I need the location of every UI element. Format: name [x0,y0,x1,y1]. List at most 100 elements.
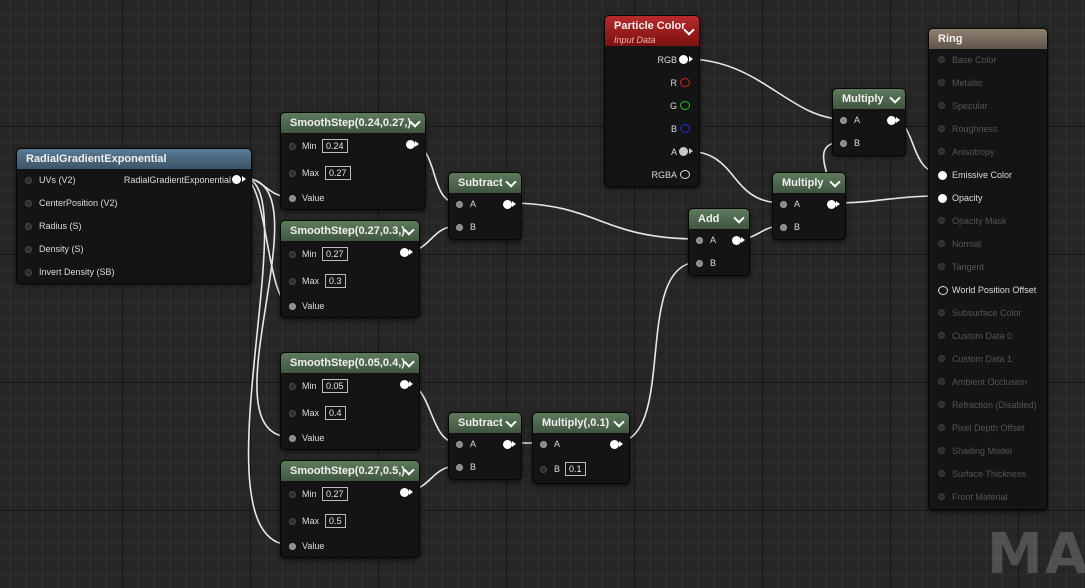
output-pin[interactable] [827,200,836,209]
material-input-pin[interactable] [938,447,945,454]
max-value-field[interactable]: 0.5 [325,514,346,528]
material-input-pin[interactable] [938,240,945,247]
input-pin[interactable] [25,269,32,276]
material-input-pin[interactable] [938,401,945,408]
a-pin[interactable] [696,237,703,244]
max-value-field[interactable]: 0.3 [325,274,346,288]
output-pin[interactable] [400,248,409,257]
particle-color-node[interactable]: Particle Color Input Data RGB R G B A RG… [604,15,700,187]
material-input-pin[interactable] [938,79,945,86]
a-pin[interactable] [840,117,847,124]
output-arrow-icon [512,441,516,447]
rgba-output-pin[interactable] [680,170,690,179]
material-input-pin[interactable] [938,217,945,224]
material-input-pin[interactable] [938,355,945,362]
b-pin[interactable] [456,224,463,231]
b-output-pin[interactable] [680,124,690,133]
g-output-pin[interactable] [680,101,690,110]
material-input-pin[interactable] [938,102,945,109]
subtract-node-2[interactable]: Subtract A B [448,412,522,480]
material-input-label: Shading Model [952,446,1013,456]
max-pin[interactable] [289,518,296,525]
b-label: B [470,462,477,472]
material-result-node[interactable]: Ring Base Color Metallic Specular Roughness… [928,28,1048,510]
value-pin[interactable] [289,303,296,310]
smoothstep-node-2[interactable]: SmoothStep(0.27,0.3,) Min 0.27 Max 0.3 V… [280,220,420,318]
smoothstep-node-4[interactable]: SmoothStep(0.27,0.5,) Min 0.27 Max 0.5 V… [280,460,420,558]
output-pin[interactable] [232,175,241,184]
input-label: UVs (V2) [39,175,76,185]
material-input-pin[interactable] [938,332,945,339]
input-pin[interactable] [25,223,32,230]
rgb-output-pin[interactable] [679,55,688,64]
min-value-field[interactable]: 0.27 [322,487,348,501]
material-input-pin[interactable] [938,171,947,180]
input-pin[interactable] [25,200,32,207]
smoothstep-node-3[interactable]: SmoothStep(0.05,0.4,) Min 0.05 Max 0.4 V… [280,352,420,450]
b-pin[interactable] [696,260,703,267]
wire-alpha-mulmid [685,150,784,204]
a-pin[interactable] [780,201,787,208]
radial-gradient-node[interactable]: RadialGradientExponential UVs (V2) Cente… [16,148,252,284]
max-value-field[interactable]: 0.27 [325,166,351,180]
smoothstep-node-1[interactable]: SmoothStep(0.24,0.27,) Min 0.24 Max 0.27… [280,112,426,210]
material-input-pin[interactable] [938,470,945,477]
max-pin[interactable] [289,278,296,285]
multiply-const-node[interactable]: Multiply(,0.1) A B 0.1 [532,412,630,484]
b-pin[interactable] [456,464,463,471]
value-pin[interactable] [289,435,296,442]
min-pin[interactable] [289,251,296,258]
max-label: Max [302,276,320,286]
min-pin[interactable] [289,383,296,390]
output-pin[interactable] [503,200,512,209]
material-input-pin[interactable] [938,125,945,132]
add-node[interactable]: Add A B [688,208,750,276]
min-value-field[interactable]: 0.05 [322,379,348,393]
multiply-node-top[interactable]: Multiply A B [832,88,906,156]
output-pin[interactable] [406,140,415,149]
max-pin[interactable] [289,170,296,177]
material-input-label: Front Material [952,492,1008,502]
output-pin[interactable] [610,440,619,449]
max-pin[interactable] [289,410,296,417]
min-value-field[interactable]: 0.27 [322,247,348,261]
a-pin[interactable] [456,441,463,448]
output-arrow-icon [896,117,900,123]
material-input-pin[interactable] [938,263,945,270]
output-pin[interactable] [732,236,741,245]
multiply-node-mid[interactable]: Multiply A B [772,172,846,240]
material-input-pin[interactable] [938,148,945,155]
material-input-pin[interactable] [938,424,945,431]
input-pin[interactable] [25,177,32,184]
subtract-node-1[interactable]: Subtract A B [448,172,522,240]
min-pin[interactable] [289,143,296,150]
material-input-label: Anisotropy [952,147,995,157]
b-label: B [710,258,717,268]
b-value-field[interactable]: 0.1 [565,462,586,476]
r-output-pin[interactable] [680,78,690,87]
input-pin[interactable] [25,246,32,253]
b-pin[interactable] [780,224,787,231]
material-input-pin[interactable] [938,194,947,203]
material-input-pin[interactable] [938,378,945,385]
material-input-pin[interactable] [938,309,945,316]
b-label: B [794,222,801,232]
a-output-pin[interactable] [679,147,688,156]
min-value-field[interactable]: 0.24 [322,139,348,153]
b-pin[interactable] [540,466,547,473]
value-pin[interactable] [289,195,296,202]
material-input-pin[interactable] [938,286,948,295]
output-pin[interactable] [887,116,896,125]
material-input-pin[interactable] [938,56,945,63]
material-input-pin[interactable] [938,493,945,500]
output-pin[interactable] [400,488,409,497]
value-pin[interactable] [289,543,296,550]
output-pin[interactable] [400,380,409,389]
output-pin[interactable] [503,440,512,449]
b-pin[interactable] [840,140,847,147]
a-pin[interactable] [456,201,463,208]
min-pin[interactable] [289,491,296,498]
max-value-field[interactable]: 0.4 [325,406,346,420]
a-pin[interactable] [540,441,547,448]
output-arrow-icon [512,201,516,207]
